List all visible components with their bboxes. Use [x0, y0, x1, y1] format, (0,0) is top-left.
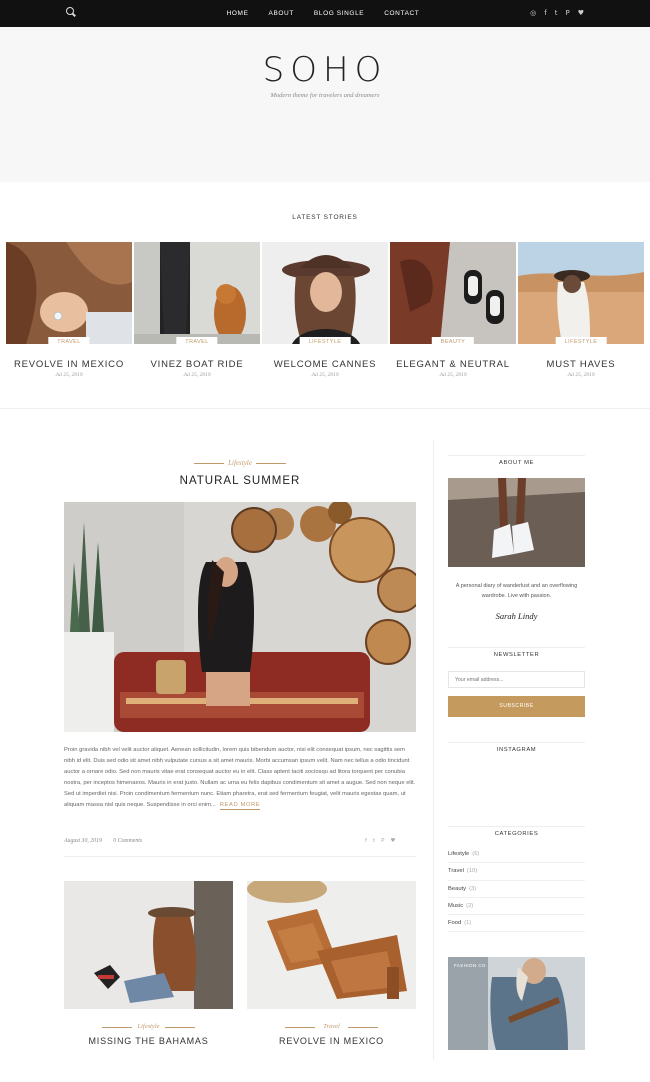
category-count: (2)	[466, 902, 474, 909]
category-count: (10)	[466, 868, 478, 875]
nav-home[interactable]: HOME	[227, 10, 249, 17]
twitter-share-icon[interactable]: t	[373, 838, 375, 844]
story-category[interactable]: TRAVEL	[176, 337, 218, 347]
mini-post-card[interactable]: Travel REVOLVE IN MEXICO	[247, 881, 416, 1046]
site-tagline: Modern theme for travelers and dreamers	[270, 92, 380, 99]
story-category[interactable]: BEAUTY	[431, 337, 475, 347]
story-card[interactable]: TRAVEL REVOLVE IN MEXICO Jul 25, 2019	[6, 242, 132, 378]
section-divider	[0, 408, 650, 409]
email-field[interactable]	[448, 671, 585, 688]
instagram-title: INSTAGRAM	[448, 742, 585, 753]
category-name[interactable]: Lifestyle	[448, 851, 469, 857]
story-date: Jul 25, 2019	[567, 372, 595, 378]
story-image[interactable]	[134, 242, 260, 344]
category-item[interactable]: Music (2)	[448, 898, 585, 916]
category-name[interactable]: Food	[448, 920, 461, 926]
mini-post-category[interactable]: Lifestyle	[64, 1023, 233, 1030]
facebook-share-icon[interactable]: f	[365, 838, 367, 844]
categories-title: CATEGORIES	[448, 826, 585, 837]
category-name[interactable]: Beauty	[448, 886, 466, 892]
site-logo[interactable]: SOHO	[0, 50, 650, 90]
mini-post-image[interactable]	[247, 881, 416, 1009]
mini-post-category[interactable]: Travel	[247, 1023, 416, 1030]
top-bar: HOME ABOUT BLOG SINGLE CONTACT ◎ f t P ♥	[0, 0, 650, 27]
story-date: Jul 25, 2019	[439, 372, 467, 378]
pinterest-icon[interactable]: P	[565, 9, 569, 18]
category-name[interactable]: Travel	[448, 868, 464, 874]
post-featured-image[interactable]	[64, 502, 416, 732]
share-icons: f t P ♥	[365, 838, 395, 844]
category-count: (1)	[464, 920, 472, 927]
story-image[interactable]	[6, 242, 132, 344]
story-category[interactable]: LIFESTYLE	[555, 337, 607, 347]
post-title[interactable]: NATURAL SUMMER	[64, 475, 416, 487]
nav-about[interactable]: ABOUT	[269, 10, 294, 17]
story-title[interactable]: ELEGANT & NEUTRAL	[390, 359, 516, 370]
category-item[interactable]: Lifestyle (6)	[448, 846, 585, 864]
story-category[interactable]: TRAVEL	[48, 337, 90, 347]
pinterest-share-icon[interactable]: P	[381, 838, 384, 844]
post-date: August 30, 2019	[64, 838, 102, 844]
mini-post-title[interactable]: MISSING THE BAHAMAS	[64, 1036, 233, 1046]
story-date: Jul 25, 2019	[55, 372, 83, 378]
read-more-label[interactable]: READ MORE	[219, 802, 261, 810]
heart-share-icon[interactable]: ♥	[390, 838, 395, 844]
story-date: Jul 25, 2019	[311, 372, 339, 378]
ad-caption: FASHION CO.	[454, 963, 488, 968]
category-item[interactable]: Beauty (3)	[448, 881, 585, 898]
latest-stories-title: LATEST STORIES	[292, 214, 358, 221]
post-meta: August 30, 2019 0 Comments	[64, 838, 416, 844]
facebook-icon[interactable]: f	[544, 9, 546, 18]
category-count: (6)	[472, 851, 480, 857]
story-image[interactable]	[390, 242, 516, 344]
story-image[interactable]	[518, 242, 644, 344]
post-category[interactable]: Lifestyle	[64, 459, 416, 467]
story-title[interactable]: REVOLVE IN MEXICO	[6, 359, 132, 370]
category-name[interactable]: Music	[448, 903, 463, 909]
story-card[interactable]: TRAVEL VINEZ BOAT RIDE Jul 25, 2019	[134, 242, 260, 378]
story-image[interactable]	[262, 242, 388, 344]
about-me-image	[448, 478, 585, 567]
story-card[interactable]: BEAUTY ELEGANT & NEUTRAL Jul 25, 2019	[390, 242, 516, 378]
mini-post-card[interactable]: Lifestyle MISSING THE BAHAMAS	[64, 881, 233, 1046]
sidebar-divider	[433, 440, 434, 1060]
category-item[interactable]: Travel (10)	[448, 863, 585, 881]
comments-link[interactable]: 0 Comments	[113, 838, 142, 844]
instagram-icon[interactable]: ◎	[530, 9, 536, 18]
category-count: (3)	[469, 885, 477, 892]
heart-icon[interactable]: ♥	[578, 9, 584, 18]
categories-list: Lifestyle (6) Travel (10) Beauty (3) Music(…	[448, 846, 585, 933]
category-item[interactable]: Food (1)	[448, 915, 585, 933]
signature: Sarah Lindy	[495, 611, 538, 621]
newsletter-title: NEWSLETTER	[448, 647, 585, 658]
mini-post-image[interactable]	[64, 881, 233, 1009]
read-more-link[interactable]: READ MORE	[64, 802, 416, 810]
story-card[interactable]: LIFESTYLE WELCOME CANNES Jul 25, 2019	[262, 242, 388, 378]
mini-post-title[interactable]: REVOLVE IN MEXICO	[247, 1036, 416, 1046]
story-card[interactable]: LIFESTYLE MUST HAVES Jul 25, 2019	[518, 242, 644, 378]
story-title[interactable]: WELCOME CANNES	[262, 359, 388, 370]
story-date: Jul 25, 2019	[183, 372, 211, 378]
sidebar-ad-image[interactable]: FASHION CO.	[448, 957, 585, 1050]
story-title[interactable]: VINEZ BOAT RIDE	[134, 359, 260, 370]
story-title[interactable]: MUST HAVES	[518, 359, 644, 370]
nav-contact[interactable]: CONTACT	[384, 10, 419, 17]
subscribe-button[interactable]: SUBSCRIBE	[448, 696, 585, 717]
story-category[interactable]: LIFESTYLE	[299, 337, 351, 347]
social-links: ◎ f t P ♥	[530, 9, 584, 18]
nav-blog-single[interactable]: BLOG SINGLE	[314, 10, 364, 17]
twitter-icon[interactable]: t	[555, 9, 558, 18]
about-me-text: A personal diary of wanderlust and an ov…	[455, 583, 578, 599]
post-divider	[64, 856, 416, 857]
about-me-title: ABOUT ME	[448, 455, 585, 466]
